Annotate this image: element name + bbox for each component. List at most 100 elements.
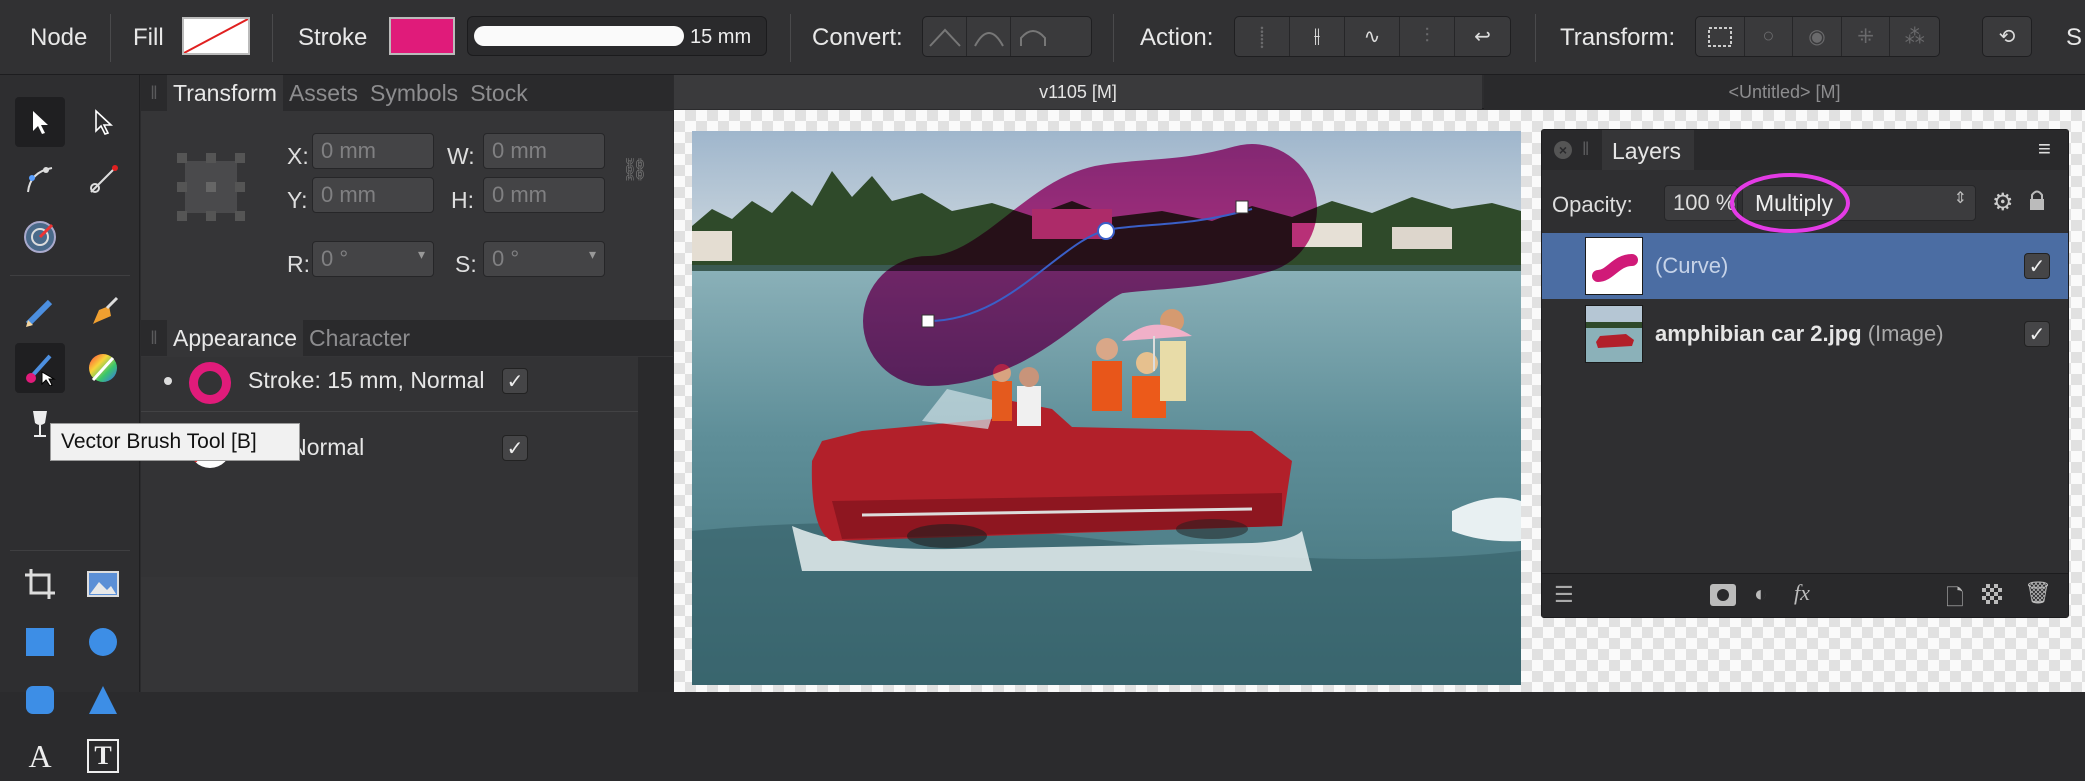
- layer-visibility-checkbox[interactable]: ✓: [2024, 253, 2050, 279]
- new-layer-icon[interactable]: 🗋: [1946, 581, 1964, 619]
- join-curves-button[interactable]: ⫶: [1400, 17, 1455, 56]
- shear-field[interactable]: 0 ° ▾: [483, 241, 605, 277]
- crop-icon: [25, 569, 55, 599]
- tab-stock[interactable]: Stock: [464, 75, 534, 111]
- fill-label: Fill: [133, 24, 164, 51]
- trash-icon[interactable]: 🗑: [2024, 580, 2052, 606]
- w-label: W:: [447, 143, 475, 169]
- node-transform-button[interactable]: ⁂: [1890, 17, 1939, 56]
- vector-brush-tool[interactable]: [15, 343, 65, 393]
- color-wheel-icon: [89, 354, 117, 382]
- rectangle-tool[interactable]: [15, 617, 65, 667]
- h-label: H:: [451, 187, 474, 213]
- anchor-selector[interactable]: [177, 153, 245, 221]
- adjustment-icon[interactable]: ◐: [1754, 581, 1767, 607]
- transform-label: Transform:: [1560, 24, 1676, 51]
- photo-amphibian-car[interactable]: [692, 131, 1521, 685]
- tab-symbols[interactable]: Symbols: [364, 75, 464, 111]
- panel-grip[interactable]: ‖: [141, 320, 167, 356]
- convert-smart-button[interactable]: [1011, 17, 1055, 56]
- pencil-tool[interactable]: [15, 287, 65, 337]
- move-tool[interactable]: [15, 97, 65, 147]
- break-curve-button[interactable]: ⸽: [1235, 17, 1290, 56]
- panel-grip[interactable]: ‖: [1582, 139, 1589, 160]
- rotate-button[interactable]: ⟲: [1983, 17, 2031, 56]
- convert-smooth-button[interactable]: [967, 17, 1011, 56]
- action-buttons: ⸽ ⫲ ∿ ⫶ ↩: [1234, 16, 1511, 57]
- curve-node-start[interactable]: [921, 314, 935, 328]
- layer-stack-icon[interactable]: ☰: [1554, 582, 1574, 608]
- tool-tooltip: Vector Brush Tool [B]: [50, 423, 300, 461]
- panel-menu-icon[interactable]: ≡: [2038, 136, 2051, 162]
- triangle-tool[interactable]: [78, 675, 128, 725]
- align-nodes-button[interactable]: ⁜: [1842, 17, 1891, 56]
- eye-icon: ◉: [1808, 26, 1826, 48]
- mask-layer-icon[interactable]: [1710, 584, 1736, 606]
- y-field[interactable]: 0 mm: [312, 177, 434, 213]
- tab-character[interactable]: Character: [303, 320, 416, 356]
- node-tool[interactable]: [78, 97, 128, 147]
- fill-visibility-checkbox[interactable]: ✓: [502, 435, 528, 461]
- artistic-text-tool[interactable]: A: [15, 731, 65, 781]
- fill-swatch[interactable]: [182, 17, 250, 55]
- transform-mode-button[interactable]: [1696, 17, 1745, 56]
- triangle-icon: [89, 686, 117, 714]
- stroke-ring-icon[interactable]: [189, 362, 231, 404]
- curve-node-end[interactable]: [1235, 200, 1249, 214]
- tab-appearance[interactable]: Appearance: [167, 320, 304, 356]
- bounding-box-icon: [1707, 26, 1732, 47]
- document-tabbar: v1105 [M] <Untitled> [M]: [674, 75, 2085, 109]
- contour-icon: [24, 221, 56, 253]
- document-tab-active[interactable]: v1105 [M]: [674, 75, 1482, 109]
- tool-divider: [10, 275, 130, 276]
- x-field[interactable]: 0 mm: [312, 133, 434, 169]
- fx-icon[interactable]: fx: [1794, 580, 1810, 606]
- y-label: Y:: [287, 187, 308, 213]
- fill-tool[interactable]: [78, 343, 128, 393]
- no-fill-icon: [184, 19, 248, 53]
- layer-row-curve[interactable]: (Curve) ✓: [1542, 233, 2068, 299]
- dropdown-arrow-icon: ▾: [588, 246, 596, 262]
- curve-node-middle[interactable]: [1097, 222, 1115, 240]
- lock-icon[interactable]: [2028, 188, 2046, 212]
- rounded-rectangle-tool[interactable]: [15, 675, 65, 725]
- frame-text-tool[interactable]: T: [78, 731, 128, 781]
- close-icon[interactable]: ×: [1554, 141, 1572, 159]
- close-curve-button[interactable]: ⫲: [1290, 17, 1345, 56]
- ellipse-transform-button[interactable]: ○: [1745, 17, 1794, 56]
- ellipse-shape-icon: [89, 628, 117, 656]
- pixel-layer-icon[interactable]: [1982, 584, 2002, 604]
- ellipse-tool[interactable]: [78, 617, 128, 667]
- updown-arrow-icon: ⇕: [1953, 190, 1967, 207]
- pen-curve-icon: [27, 167, 53, 193]
- place-image-tool[interactable]: [78, 559, 128, 609]
- lock-aspect-icon[interactable]: ⛓: [621, 157, 649, 183]
- smooth-curve-button[interactable]: ∿: [1345, 17, 1400, 56]
- stroke-swatch[interactable]: [389, 17, 455, 55]
- document-tab-untitled[interactable]: <Untitled> [M]: [1484, 75, 2085, 109]
- layer-row-image[interactable]: amphibian car 2.jpg (Image) ✓: [1542, 301, 2068, 367]
- h-field[interactable]: 0 mm: [483, 177, 605, 213]
- reverse-curve-button[interactable]: ↩: [1455, 17, 1510, 56]
- stroke-item-label[interactable]: Stroke: 15 mm, Normal: [248, 367, 483, 394]
- panel-grip[interactable]: ‖: [141, 75, 167, 111]
- rotation-field[interactable]: 0 ° ▾: [312, 241, 434, 277]
- layers-tab[interactable]: Layers: [1602, 130, 1694, 170]
- tab-transform[interactable]: Transform: [167, 75, 283, 111]
- crop-tool[interactable]: [15, 559, 65, 609]
- tab-assets[interactable]: Assets: [283, 75, 364, 111]
- contour-tool[interactable]: [15, 212, 65, 262]
- w-field[interactable]: 0 mm: [483, 133, 605, 169]
- show-handles-button[interactable]: ◉: [1793, 17, 1842, 56]
- stroke-visibility-checkbox[interactable]: ✓: [502, 368, 528, 394]
- convert-sharp-button[interactable]: [923, 17, 967, 56]
- curve-layer-overlay[interactable]: [692, 131, 1521, 685]
- point-transform-tool[interactable]: [78, 155, 128, 205]
- stroke-width-slider[interactable]: 15 mm: [467, 16, 767, 56]
- gear-icon[interactable]: ⚙: [1992, 188, 2014, 217]
- rotate-group: ⟲: [1982, 16, 2032, 57]
- pen-tool[interactable]: [15, 155, 65, 205]
- layer-visibility-checkbox[interactable]: ✓: [2024, 321, 2050, 347]
- nodes-icon: ⁂: [1904, 26, 1925, 48]
- vector-pen-tool[interactable]: [78, 287, 128, 337]
